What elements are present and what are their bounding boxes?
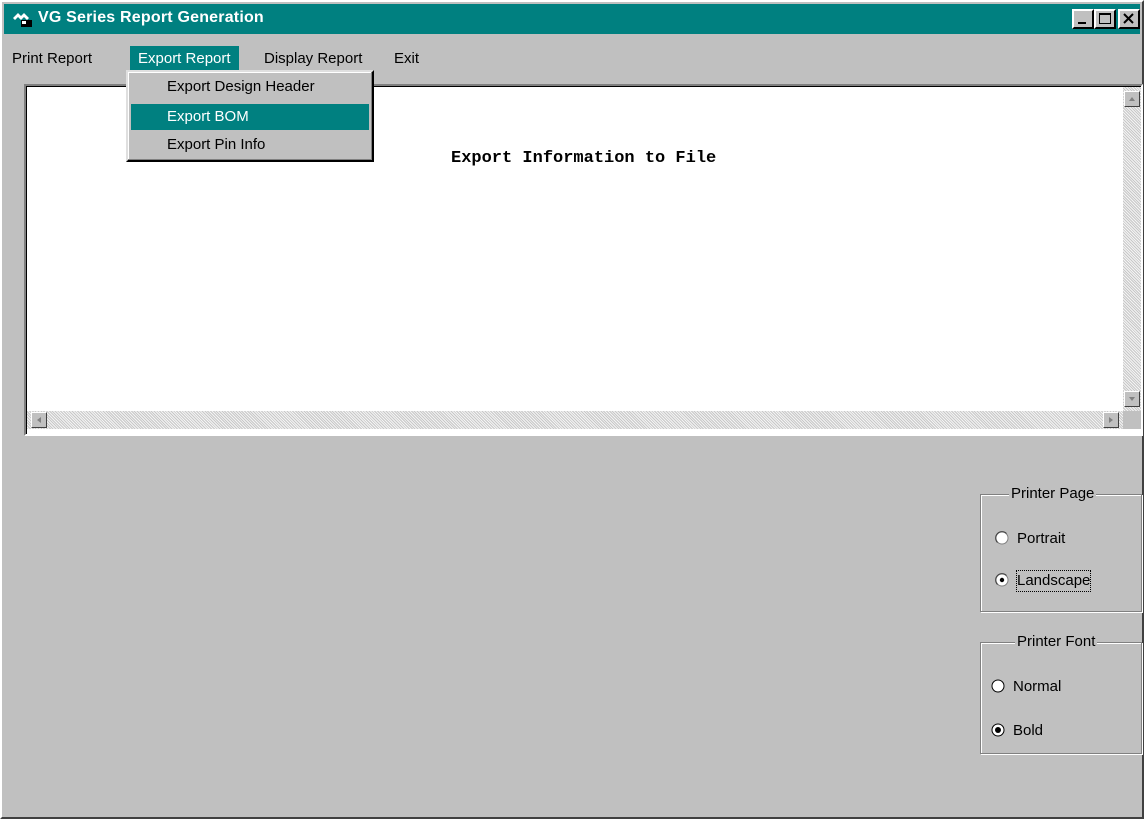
dropdown-item-export-design-header[interactable]: Export Design Header	[131, 74, 369, 100]
close-button[interactable]	[1118, 9, 1140, 29]
scroll-up-button[interactable]	[1124, 91, 1140, 107]
printer-page-group: Printer Page Portrait Landscape	[980, 485, 1142, 612]
menu-exit[interactable]: Exit	[386, 46, 427, 72]
arrow-up-icon	[1129, 97, 1135, 101]
arrow-left-icon	[37, 417, 41, 423]
arrow-right-icon	[1109, 417, 1113, 423]
radio-landscape-label: Landscape	[1015, 570, 1092, 592]
printer-font-group: Printer Font Normal Bold	[980, 633, 1142, 754]
scroll-left-button[interactable]	[31, 412, 47, 428]
app-logo-icon	[13, 13, 32, 27]
minimize-icon	[1078, 22, 1086, 24]
dropdown-item-export-pin-info[interactable]: Export Pin Info	[131, 132, 369, 158]
window-title: VG Series Report Generation	[38, 9, 264, 26]
minimize-button[interactable]	[1072, 9, 1094, 29]
maximize-button[interactable]	[1094, 9, 1116, 29]
scroll-right-button[interactable]	[1103, 412, 1119, 428]
menu-bar: Print Report Export Report Display Repor…	[4, 36, 1140, 72]
dropdown-item-export-bom[interactable]: Export BOM	[131, 104, 369, 130]
printer-font-title: Printer Font	[1015, 633, 1098, 651]
export-report-dropdown: Export Design Header Export BOM Export P…	[126, 70, 374, 162]
vertical-scrollbar[interactable]	[1123, 87, 1141, 411]
title-bar[interactable]: VG Series Report Generation	[4, 4, 1140, 34]
horizontal-scrollbar[interactable]	[27, 411, 1123, 429]
menu-display-report[interactable]: Display Report	[256, 46, 370, 72]
report-content-text: Export Information to File	[451, 149, 717, 168]
arrow-down-icon	[1129, 397, 1135, 401]
radio-normal-label: Normal	[1013, 678, 1062, 695]
menu-print-report[interactable]: Print Report	[4, 46, 100, 72]
maximize-icon	[1099, 13, 1111, 24]
radio-unchecked-icon	[991, 679, 1005, 693]
close-icon	[1123, 13, 1134, 24]
menu-export-report[interactable]: Export Report	[130, 46, 239, 72]
radio-checked-icon	[995, 573, 1009, 587]
radio-bold-label: Bold	[1013, 722, 1044, 739]
radio-checked-icon	[991, 723, 1005, 737]
radio-unchecked-icon	[995, 531, 1009, 545]
radio-portrait-label: Portrait	[1017, 530, 1066, 547]
printer-page-title: Printer Page	[1009, 485, 1097, 503]
scroll-down-button[interactable]	[1124, 391, 1140, 407]
scrollbar-corner	[1123, 411, 1141, 429]
